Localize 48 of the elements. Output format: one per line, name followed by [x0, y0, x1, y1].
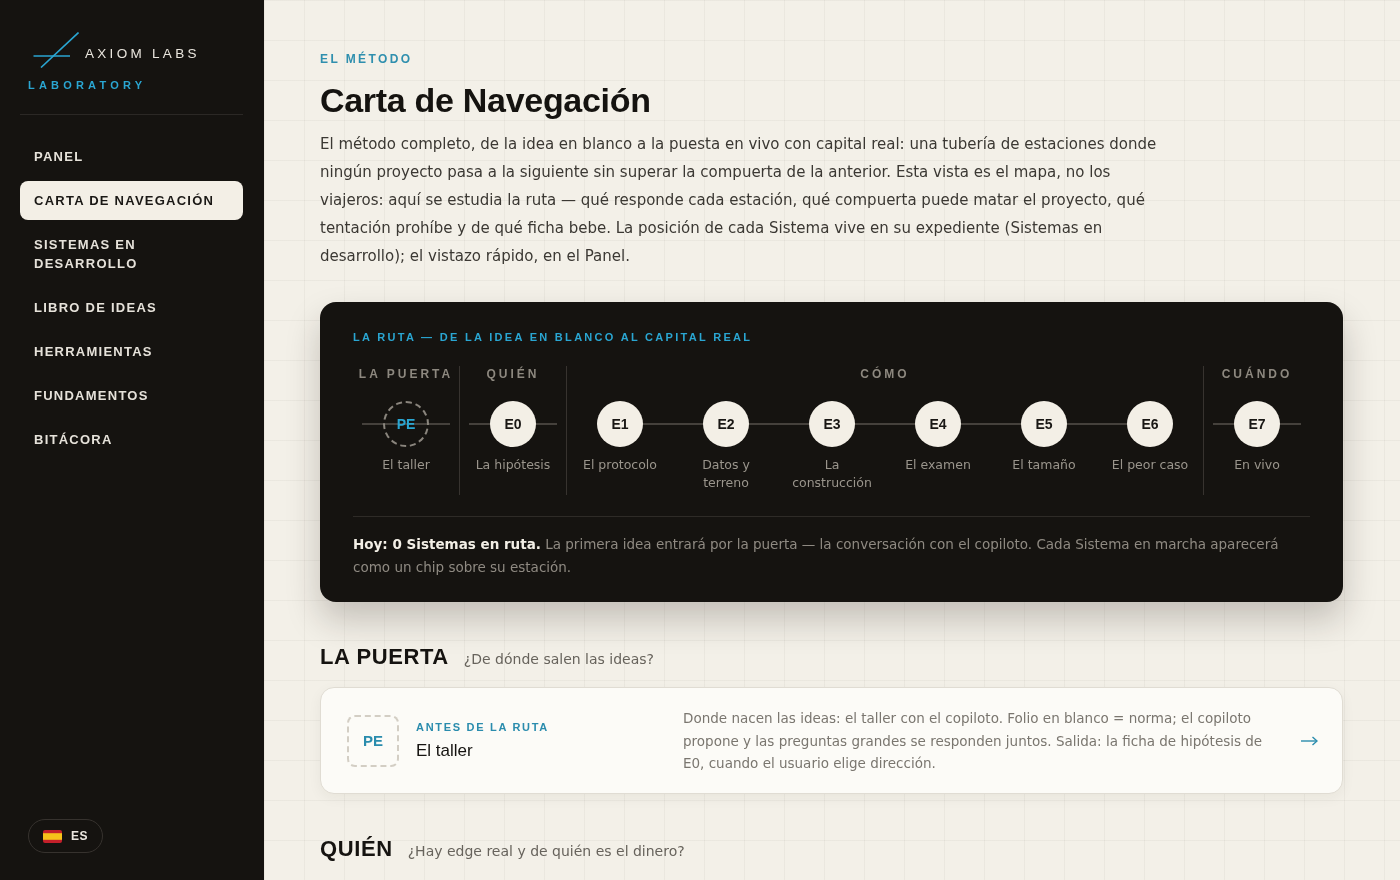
phase-label: QUIÉN [486, 366, 540, 382]
section-title: QUIÉN [320, 835, 393, 862]
sidebar-nav-item[interactable]: PANEL [20, 137, 243, 176]
station-name: El protocolo [582, 456, 658, 474]
section-title: LA PUERTA [320, 644, 449, 670]
station-name: El tamaño [1011, 456, 1077, 474]
sidebar-nav-item[interactable]: CARTA DE NAVEGACIÓN [20, 181, 243, 220]
station-name: Datos y terreno [701, 456, 751, 492]
station-name: La hipótesis [474, 456, 552, 474]
station-node: E3 [809, 401, 855, 447]
sidebar-nav-item[interactable]: HERRAMIENTAS [20, 332, 243, 371]
station-node: E1 [597, 401, 643, 447]
section-question: ¿Hay edge real y de quién es el dinero? [407, 842, 685, 859]
station-name: El peor caso [1110, 456, 1190, 474]
page-title: Carta de Navegación [320, 82, 652, 118]
page-intro: El método completo, de la idea en blanco a la puesta en vivo con capital real: una tubería de estaciones donde ningún proyecto pasa a la siguiente sin superar la compuerta de la anterior. Esta vista es el mapa, no los viajeros: aquí se estudia la ruta — qué responde cada estación, qué compuerta puede matar el proyecto, qué tentación prohíbe y de qué ficha bebe. La posición de cada Sistema vive en su expediente (Sistemas en desarrollo); el vistazo rápido, en el Panel. [320, 134, 1158, 267]
sidebar-nav-item[interactable]: LIBRO DE IDEAS [20, 288, 243, 327]
section-question: ¿De dónde salen las ideas? [463, 651, 654, 667]
station-node: E2 [703, 401, 749, 447]
sidebar-nav-item[interactable]: SISTEMAS EN DESARROLLO [20, 225, 243, 283]
station-eyebrow: ANTES DE LA RUTA [416, 720, 550, 735]
route-title: LA RUTA — DE LA IDEA EN BLANCO AL CAPITAL REAL [353, 330, 754, 345]
arrow-right-icon [1301, 735, 1318, 746]
station-node: E6 [1127, 401, 1173, 447]
station-name: En vivo [1233, 456, 1281, 474]
phase-label: CUÁNDO [1221, 366, 1293, 382]
station-code-tile: PE [347, 714, 399, 767]
brand-name: AXIOM LABS [85, 46, 200, 62]
brand-tagline: LABORATORY [28, 78, 148, 92]
station-node: E5 [1021, 401, 1067, 447]
flag-icon [43, 829, 62, 843]
station-name: El examen [904, 456, 972, 474]
station-node: PE [383, 401, 429, 447]
sidebar-nav-item[interactable]: FUNDAMENTOS [20, 376, 243, 415]
station-node: E7 [1234, 401, 1280, 447]
station-node: E4 [915, 401, 961, 447]
page-eyebrow: EL MÉTODO [320, 52, 414, 66]
station-card[interactable] [320, 687, 1343, 794]
station-title: El taller [416, 740, 474, 762]
station-description: Donde nacen las ideas: el taller con el copiloto. Folio en blanco = norma; el copiloto propone y las preguntas grandes se responden juntos. Salida: la ficha de hipótesis de E0, cuando el usuario elige dirección. [683, 709, 1264, 773]
phase-label: LA PUERTA [358, 366, 454, 382]
station-node: E0 [490, 401, 536, 447]
route-summary: Hoy: 0 Sistemas en ruta. La primera idea entrará por la puerta — la conversación con el copiloto. Cada Sistema en marcha aparecerá como un chip sobre su estación. [353, 516, 1310, 579]
crossed-lines-logo-icon [33, 32, 79, 68]
station-name: La construcción [791, 456, 873, 492]
phase-label: CÓMO [860, 366, 910, 382]
station-name: El taller [381, 456, 431, 474]
sidebar-nav-item[interactable]: BITÁCORA [20, 420, 243, 459]
